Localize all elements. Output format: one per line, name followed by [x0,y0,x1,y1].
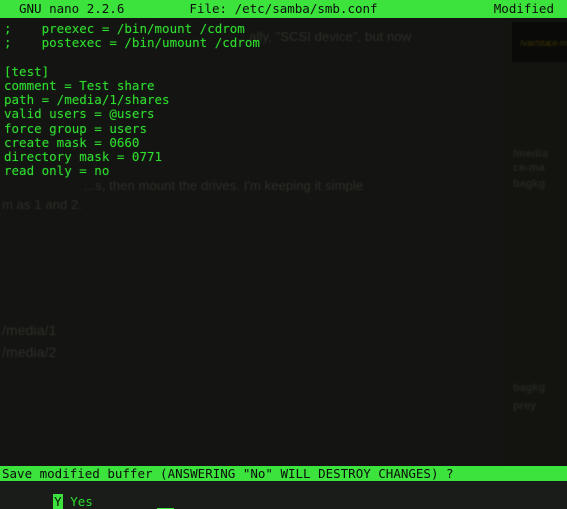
editor-line: read only = no [4,163,110,178]
nano-modified-badge: Modified [493,1,554,16]
nano-terminal-window: ...ally, "SCSI device", but now ...s, th… [0,0,567,509]
shortcut-cancel[interactable]: ^C Cancel [112,495,227,509]
editor-text-area[interactable]: ; preexec = /bin/mount /cdrom ; postexec… [0,18,567,466]
nano-filename-label: File: /etc/samba/smb.conf [189,1,378,16]
nano-title-bar: GNU nano 2.2.6 File: /etc/samba/smb.conf… [0,0,567,18]
editor-line: ; postexec = /bin/umount /cdrom [4,35,260,50]
save-prompt-message: Save modified buffer (ANSWERING "No" WIL… [0,466,567,481]
editor-line: valid users = @users [4,106,155,121]
prompt-shortcut-bar: Y Yes N No ^C Cancel [0,481,567,509]
shortcut-no[interactable]: N No [8,495,85,509]
